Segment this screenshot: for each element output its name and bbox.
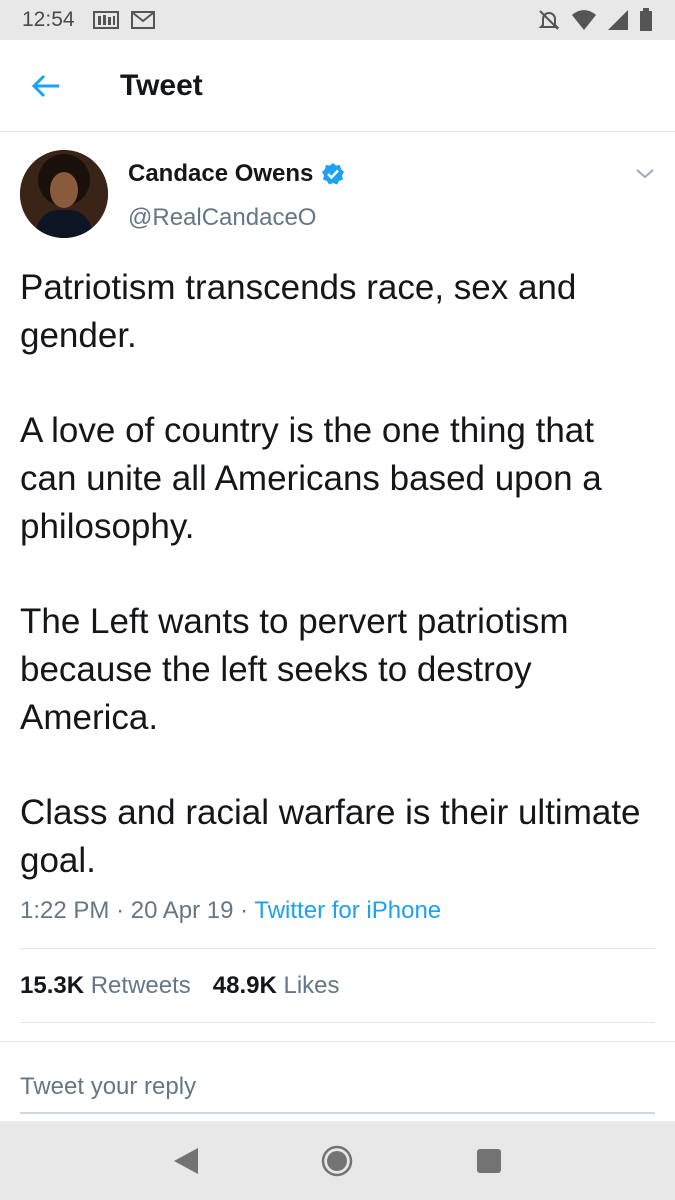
gmail-icon [130,11,155,29]
author-name: Candace Owens [128,160,314,187]
tweet-menu-button[interactable] [633,162,657,186]
status-bar: 12:54 [0,0,675,40]
tweet-date: 20 Apr 19 [130,897,234,924]
arrow-left-icon [31,74,59,97]
signal-icon [608,10,628,30]
avatar[interactable] [20,150,108,238]
tweet-paragraph: Patriotism transcends race, sex and gend… [20,268,577,355]
tweet-paragraph: A love of country is the one thing that … [20,411,602,546]
tweet-paragraph: Class and racial warfare is their ultima… [20,793,641,880]
retweets-label: Retweets [90,971,191,999]
status-time: 12:54 [22,8,75,31]
likes-count: 48.9K [212,971,277,999]
tweet-time: 1:22 PM [20,897,110,924]
tweet-meta: 1:22 PM · 20 Apr 19 · Twitter for iPhone [20,897,655,949]
tweet-source-link[interactable]: Twitter for iPhone [254,897,441,924]
reply-box [0,1041,675,1121]
likes-stat[interactable]: 48.9K Likes [213,972,340,1000]
avatar-image [20,150,108,238]
nav-home-button[interactable] [307,1131,367,1191]
tweet-paragraph: The Left wants to pervert patriotism bec… [20,602,569,737]
tweet-text: Patriotism transcends race, sex and gend… [0,244,675,885]
nav-back-button[interactable] [156,1131,216,1191]
meta-separator: · [240,897,255,924]
author-handle[interactable]: @RealCandaceO [128,204,316,232]
author-row: Candace Owens @RealCandaceO [0,132,675,244]
chevron-down-icon [636,169,654,179]
circle-home-icon [322,1145,353,1176]
tweet-stats: 15.3K Retweets 48.9K Likes [20,949,655,1023]
retweets-stat[interactable]: 15.3K Retweets [20,972,191,1000]
wifi-icon [572,10,596,30]
triangle-back-icon [173,1147,198,1174]
page-title: Tweet [120,68,203,102]
meta-separator: · [116,897,131,924]
news-icon [92,11,119,29]
author-name-link[interactable]: Candace Owens [128,160,345,188]
verified-badge-icon [322,163,345,185]
reply-input[interactable] [20,1062,655,1114]
tweet: Candace Owens @RealCandaceO Patriotism t… [0,132,675,1023]
mute-icon [538,10,560,30]
battery-icon [640,8,652,31]
app-header: Tweet [0,40,675,132]
nav-recents-button[interactable] [459,1131,519,1191]
retweets-count: 15.3K [20,971,85,999]
square-recents-icon [477,1148,502,1173]
system-nav-bar [0,1121,675,1200]
likes-label: Likes [283,971,340,999]
back-button[interactable] [14,54,78,118]
